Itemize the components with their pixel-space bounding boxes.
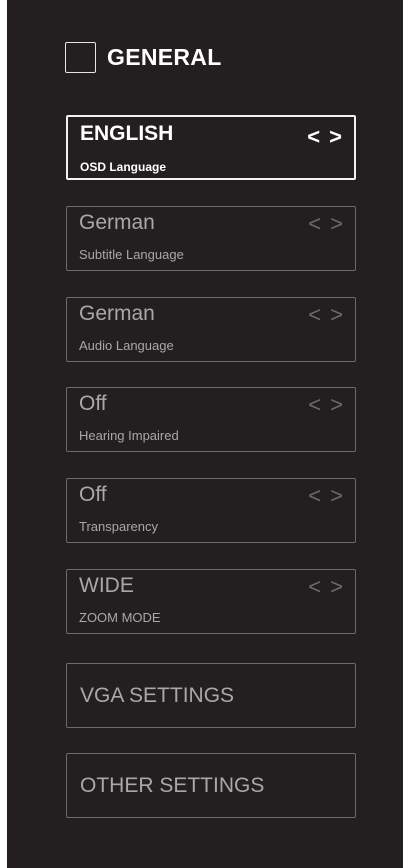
value-arrows: < > (308, 576, 343, 598)
value-arrows: < > (307, 126, 342, 148)
arrow-right-icon[interactable]: > (330, 576, 343, 598)
setting-subtitle-language[interactable]: German Subtitle Language < > (66, 206, 356, 271)
arrow-left-icon[interactable]: < (308, 213, 321, 235)
setting-label: Hearing Impaired (79, 428, 179, 443)
section-title: GENERAL (107, 43, 222, 70)
checkbox-icon[interactable] (65, 41, 96, 73)
setting-value: Off (79, 392, 107, 415)
setting-label: OSD Language (80, 160, 167, 174)
settings-panel: GENERAL ENGLISH OSD Language < > German … (7, 0, 403, 868)
setting-value: German (79, 302, 155, 325)
value-arrows: < > (308, 485, 343, 507)
arrow-left-icon[interactable]: < (307, 126, 320, 148)
setting-value: German (79, 211, 155, 234)
setting-label: ZOOM MODE (79, 610, 161, 625)
section-header: GENERAL (65, 40, 222, 74)
setting-label: Audio Language (79, 338, 174, 353)
value-arrows: < > (308, 304, 343, 326)
setting-label: Transparency (79, 519, 158, 534)
setting-osd-language[interactable]: ENGLISH OSD Language < > (66, 115, 356, 180)
setting-value: WIDE (79, 574, 134, 597)
arrow-left-icon[interactable]: < (308, 576, 321, 598)
arrow-right-icon[interactable]: > (329, 126, 342, 148)
arrow-right-icon[interactable]: > (330, 394, 343, 416)
button-label: VGA SETTINGS (80, 684, 235, 707)
arrow-right-icon[interactable]: > (330, 485, 343, 507)
value-arrows: < > (308, 394, 343, 416)
setting-label: Subtitle Language (79, 247, 184, 262)
arrow-right-icon[interactable]: > (330, 304, 343, 326)
vga-settings-button[interactable]: VGA SETTINGS (66, 663, 356, 728)
setting-transparency[interactable]: Off Transparency < > (66, 478, 356, 543)
arrow-left-icon[interactable]: < (308, 485, 321, 507)
button-label: OTHER SETTINGS (80, 774, 265, 797)
arrow-right-icon[interactable]: > (330, 213, 343, 235)
arrow-left-icon[interactable]: < (308, 394, 321, 416)
setting-value: ENGLISH (80, 122, 174, 145)
value-arrows: < > (308, 213, 343, 235)
setting-value: Off (79, 483, 107, 506)
setting-audio-language[interactable]: German Audio Language < > (66, 297, 356, 362)
setting-zoom-mode[interactable]: WIDE ZOOM MODE < > (66, 569, 356, 634)
setting-hearing-impaired[interactable]: Off Hearing Impaired < > (66, 387, 356, 452)
other-settings-button[interactable]: OTHER SETTINGS (66, 753, 356, 818)
arrow-left-icon[interactable]: < (308, 304, 321, 326)
